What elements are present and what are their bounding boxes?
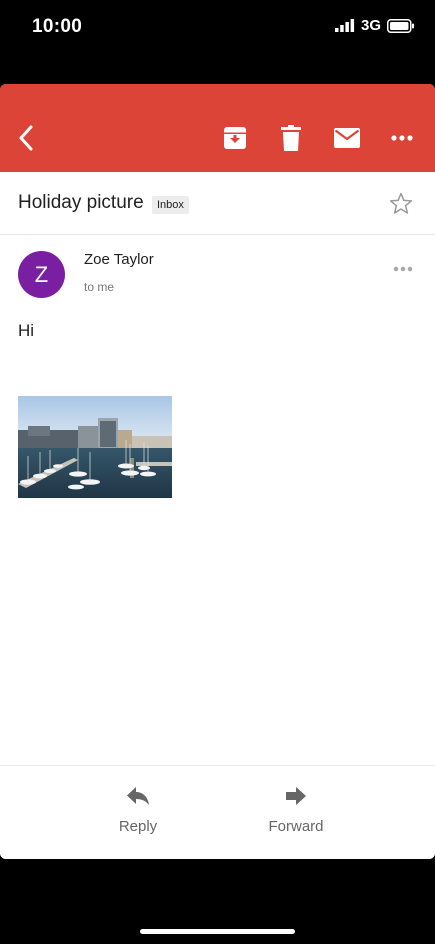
harbor-photo	[18, 396, 172, 498]
home-indicator[interactable]	[140, 929, 295, 934]
message-more-button[interactable]	[393, 259, 413, 277]
delete-button[interactable]	[277, 124, 305, 152]
battery-icon	[387, 18, 414, 33]
status-indicators: 3G	[334, 17, 415, 34]
reply-label: Reply	[118, 818, 158, 835]
mail-icon	[334, 128, 360, 148]
more-button[interactable]	[388, 124, 416, 152]
network-type: 3G	[360, 17, 381, 34]
app-toolbar	[0, 84, 435, 172]
notch	[96, 0, 338, 36]
sender-name: Zoe Taylor	[84, 251, 154, 268]
status-bar: 10:00 3G	[0, 0, 435, 56]
subject-row: Holiday picture Inbox	[0, 172, 435, 235]
bottom-action-bar: Reply Forward	[0, 765, 435, 859]
archive-button[interactable]	[221, 124, 249, 152]
mark-unread-button[interactable]	[333, 124, 361, 152]
star-icon	[389, 192, 413, 214]
back-arrow-icon	[19, 125, 33, 151]
archive-icon	[224, 127, 246, 149]
star-button[interactable]	[389, 192, 413, 220]
forward-icon	[286, 787, 306, 805]
image-attachment[interactable]	[18, 396, 172, 498]
forward-button[interactable]: Forward	[251, 786, 341, 835]
email-body: Hi	[18, 321, 35, 340]
sender-avatar[interactable]: Z	[18, 251, 65, 298]
signal-icon	[334, 19, 355, 32]
status-time: 10:00	[32, 16, 83, 37]
forward-label: Forward	[268, 818, 324, 835]
email-screen: Holiday picture Inbox Z Zoe Taylor to me…	[0, 84, 435, 859]
email-subject: Holiday picture	[18, 192, 144, 213]
reply-button[interactable]: Reply	[93, 786, 183, 835]
more-horizontal-icon	[391, 135, 413, 141]
label-chip[interactable]: Inbox	[152, 196, 189, 214]
more-horizontal-icon	[393, 266, 413, 272]
trash-icon	[281, 125, 301, 151]
recipient-line[interactable]: to me	[84, 280, 114, 294]
reply-icon	[127, 787, 149, 805]
back-button[interactable]	[12, 124, 40, 152]
